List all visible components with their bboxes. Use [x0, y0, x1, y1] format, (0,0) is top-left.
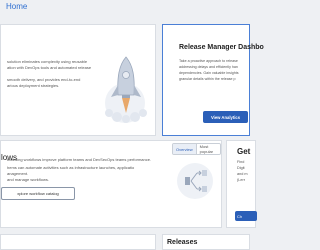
workflows-tabs: Overview Most popular — [172, 143, 221, 155]
hero-text-line: smooth delivery, and provides end-to-end — [7, 77, 81, 82]
hero-text-line: ation with DevOps tools and automated re… — [7, 65, 92, 70]
top-bar: Home — [0, 0, 250, 15]
get-started-text-line: (Lerr — [237, 178, 246, 182]
get-started-card: Get Find Digit and m (Lerr Ch — [226, 140, 257, 228]
releases-card: Releases — [162, 234, 250, 250]
bottom-left-card — [0, 234, 156, 250]
workflows-text-line: hems can automate activities such as inf… — [7, 165, 135, 170]
hero-text-line: arious deployment strategies. — [7, 83, 60, 88]
rocket-illustration — [97, 51, 155, 129]
release-manager-text-line: granular details within the release p — [179, 77, 236, 81]
workflow-illustration — [173, 161, 217, 201]
workflows-text-line: boarding workflows improve platform team… — [7, 157, 152, 162]
tab-overview[interactable]: Overview — [173, 144, 197, 154]
release-manager-text-line: Take a proactive approach to release — [179, 59, 238, 63]
workflows-text-line: and manage workflows. — [7, 177, 50, 182]
get-started-text-line: and m — [237, 172, 248, 176]
workflow-icon — [177, 163, 213, 199]
release-manager-card: Release Manager Dashbo Take a proactive … — [162, 24, 264, 136]
release-manager-title: Release Manager Dashbo — [179, 44, 264, 51]
view-analytics-button[interactable]: View Analytics — [203, 111, 248, 123]
get-started-text-line: Digit — [237, 166, 245, 170]
rocket-icon — [105, 56, 147, 123]
breadcrumb-home[interactable]: Home — [6, 2, 27, 11]
explore-workflow-catalog-button[interactable]: xplore workflow catalog — [1, 187, 75, 200]
get-started-text-line: Find — [237, 160, 245, 164]
release-manager-text-line: addressing delays and efficiently han — [179, 65, 238, 69]
hero-card: solution eliminates complexity using reu… — [0, 24, 156, 136]
releases-title: Releases — [167, 239, 198, 246]
workflows-text-line: anagement. — [7, 171, 29, 176]
tab-most-popular[interactable]: Most popular — [196, 144, 220, 154]
get-started-button[interactable]: Ch — [235, 211, 257, 221]
hero-text-line: solution eliminates complexity using reu… — [7, 59, 88, 64]
get-started-title: Get — [237, 147, 251, 156]
release-manager-text-line: dependencies. Gain valuable insights — [179, 71, 239, 75]
workflows-card: lows Overview Most popular boarding work… — [0, 140, 222, 228]
